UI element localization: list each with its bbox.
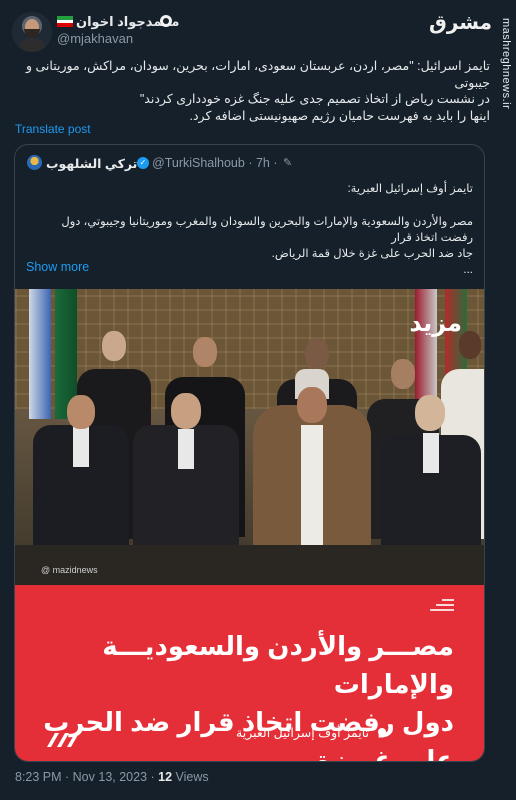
quote-author-name[interactable]: تركي الشلهوب: [46, 156, 137, 171]
banner-headline-line: مصـــر والأردن والسعوديـــة والإمارات: [102, 631, 454, 699]
author-handle[interactable]: @mjakhavan: [57, 31, 133, 46]
quote-body: تايمز أوف إسرائيل العبرية: مصر والأردن و…: [28, 181, 473, 278]
translate-post-link[interactable]: Translate post: [15, 122, 91, 136]
quote-body-line: ...: [463, 264, 473, 276]
iran-flag-icon: [57, 16, 73, 28]
quoted-tweet-card[interactable]: تركي الشلهوب ✓ @TurkiShalhoub · 7h · ✎ ت…: [14, 144, 485, 762]
tweet-line: تایمز اسرائیل: "مصر، اردن، عربستان سعودی…: [25, 59, 490, 90]
quote-time: · 7h ·: [248, 156, 278, 170]
banner-headline: مصـــر والأردن والسعوديـــة والإمارات دو…: [24, 627, 454, 761]
badge-icon: [160, 15, 172, 27]
verified-icon: ✓: [137, 157, 149, 169]
banner-source: تايمز أوف إسرائيل العبرية: [236, 726, 369, 740]
summit-photo[interactable]: مزید @ mazidnews: [15, 289, 484, 585]
views-label: Views: [172, 770, 209, 784]
quote-body-line: جاد ضد الحرب على غزة خلال قمة الرياض.: [271, 248, 473, 260]
quote-author-avatar[interactable]: [27, 155, 42, 170]
tweet-text: تایمز اسرائیل: "مصر، اردن، عربستان سعودی…: [20, 58, 490, 124]
stripes-icon: [430, 599, 454, 613]
quote-source-line: تايمز أوف إسرائيل العبرية:: [347, 183, 473, 195]
quote-handle-text: @TurkiShalhoub: [152, 156, 245, 170]
photo-credit: @ mazidnews: [41, 565, 98, 575]
watermark-logo: مشرق: [428, 10, 492, 34]
news-banner: مصـــر والأردن والسعوديـــة والإمارات دو…: [15, 585, 484, 761]
tweet-line: در نشست ریاض از اتخاذ تصمیم جدی علیه جنگ…: [139, 92, 490, 106]
mazid-logo: مزید: [409, 309, 462, 337]
show-more-link[interactable]: Show more: [26, 260, 89, 274]
bullet-icon: [378, 728, 386, 736]
tweet-page: محمدجواد اخوان @mjakhavan مشرق mashreghn…: [0, 0, 516, 800]
author-avatar[interactable]: [12, 12, 52, 52]
tweet-timestamp[interactable]: 8:23 PM · Nov 13, 2023 ·: [15, 770, 158, 784]
views-count: 12: [158, 770, 173, 784]
quote-body-line: مصر والأردن والسعودية والإمارات والبحرين…: [61, 216, 473, 244]
quote-header: تركي الشلهوب ✓ @TurkiShalhoub · 7h · ✎: [15, 153, 484, 173]
tweet-meta: 8:23 PM · Nov 13, 2023 · 12 Views: [15, 770, 209, 784]
watermark-url: mashreghnews.ir: [500, 18, 512, 110]
times-of-israel-logo-icon: [47, 733, 79, 747]
quote-author-handle: @TurkiShalhoub · 7h ·: [152, 156, 278, 170]
pencil-icon: ✎: [283, 157, 293, 169]
